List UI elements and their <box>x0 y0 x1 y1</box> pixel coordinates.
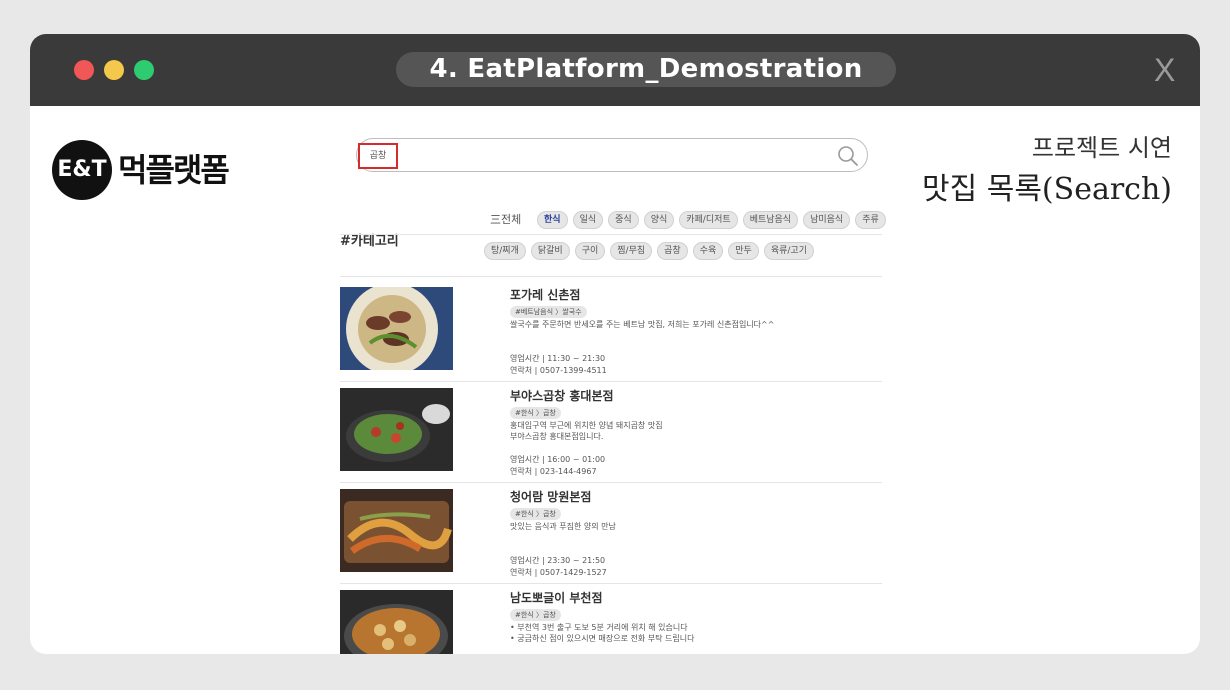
restaurant-description: 맛있는 음식과 푸짐한 양의 만남 <box>510 521 616 532</box>
restaurant-hours: 영업시간 | 23:30 ~ 21:50 <box>510 556 606 565</box>
restaurant-description: 홍대입구역 부근에 위치한 양념 돼지곱창 맛집부야스곱창 홍대본점입니다. <box>510 420 663 442</box>
category-chip[interactable]: 수육 <box>692 242 724 260</box>
description-line: • 궁금하신 점이 있으시면 매장으로 전화 부탁 드립니다 <box>510 634 695 643</box>
category-chip[interactable]: 양식 <box>643 211 675 229</box>
window-title: 4. EatPlatform_Demostration <box>396 52 896 87</box>
restaurant-phone: 연락처 | 0507-1399-4511 <box>510 366 607 375</box>
category-chip[interactable]: 탕/찌개 <box>484 242 526 260</box>
restaurant-item[interactable]: 청어람 망원본점 #한식 〉곱창맛있는 음식과 푸짐한 양의 만남영업시간 | 2… <box>340 484 882 584</box>
restaurant-phone: 연락처 | 0507-1429-1527 <box>510 568 607 577</box>
restaurant-description: • 부천역 3번 출구 도보 5분 거리에 위치 해 있습니다 • 궁금하신 점이… <box>510 622 694 644</box>
search-input[interactable]: 곱창 <box>358 143 398 169</box>
restaurant-item[interactable]: 포가레 신촌점 #베트남음식 〉쌀국수쌀국수를 주문하면 반세오를 주는 베트남 … <box>340 282 882 382</box>
category-chip[interactable]: 구이 <box>574 242 606 260</box>
restaurant-description: 쌀국수를 주문하면 반세오를 주는 베트남 맛집, 저희는 포가레 신촌점입니다… <box>510 319 774 330</box>
restaurant-category-tag: #베트남음식 〉쌀국수 <box>510 306 587 318</box>
restaurant-item[interactable]: 부야스곱창 홍대본점 #한식 〉곱창 홍대입구역 부근에 위치한 양념 돼지곱창 맛… <box>340 383 882 483</box>
category-chip[interactable]: 주류 <box>855 211 886 229</box>
restaurant-hours: 영업시간 | 16:00 ~ 01:00 <box>510 455 606 464</box>
restaurant-photo[interactable] <box>340 388 453 471</box>
description-line: 맛있는 음식과 푸짐한 양의 만남 <box>510 522 616 531</box>
description-line: 홍대입구역 부근에 위치한 양념 돼지곱창 맛집 <box>510 421 663 430</box>
restaurant-name[interactable]: 포가레 신촌점 <box>510 286 580 303</box>
restaurant-photo[interactable] <box>340 590 453 654</box>
close-window-dot[interactable] <box>74 60 94 80</box>
restaurant-item[interactable]: 남도뽀글이 부천점 #한식 〉곱창 • 부천역 3번 출구 도보 5분 거리에 위치… <box>340 585 882 654</box>
restaurant-category-tag: #한식 〉곱창 <box>510 407 561 419</box>
restaurant-name[interactable]: 남도뽀글이 부천점 <box>510 589 603 606</box>
search-icon[interactable] <box>837 145 859 167</box>
category-chip[interactable]: 찜/무침 <box>610 242 653 260</box>
category-chip[interactable]: 일식 <box>572 211 604 229</box>
maximize-window-dot[interactable] <box>134 60 154 80</box>
description-line: • 부천역 3번 출구 도보 5분 거리에 위치 해 있습니다 <box>510 623 688 632</box>
minimize-window-dot[interactable] <box>104 60 124 80</box>
category-chip[interactable]: 만두 <box>728 242 759 260</box>
category-label: #카테고리 <box>340 234 399 249</box>
brand-name: 먹플랫폼 <box>118 151 230 189</box>
caption-page-title: 맛집 목록(Search) <box>922 172 1172 207</box>
caption-project-demo: 프로젝트 시연 <box>1031 134 1172 162</box>
category-all[interactable]: 三전체 <box>490 211 521 227</box>
search-bar[interactable]: 곱창 <box>356 138 868 172</box>
restaurant-phone: 연락처 | 023-144-4967 <box>510 467 597 476</box>
divider <box>340 276 882 277</box>
window: 4. EatPlatform_Demostration X E&T 먹플랫폼 프… <box>30 34 1200 654</box>
divider <box>340 234 882 235</box>
content-area: E&T 먹플랫폼 프로젝트 시연 맛집 목록(Search) 곱창 #카테고리 … <box>30 106 1200 654</box>
restaurant-category-tag: #한식 〉곱창 <box>510 609 561 621</box>
category-chip[interactable]: 중식 <box>608 211 639 229</box>
logo-badge: E&T <box>52 140 112 200</box>
title-bar: 4. EatPlatform_Demostration X <box>30 34 1200 106</box>
restaurant-photo[interactable] <box>340 287 453 370</box>
restaurant-name[interactable]: 부야스곱창 홍대본점 <box>510 387 614 404</box>
description-line: 쌀국수를 주문하면 반세오를 주는 베트남 맛집, 저희는 포가레 신촌점입니다… <box>510 320 775 329</box>
category-chip[interactable]: 남미음식 <box>803 211 851 229</box>
category-chip[interactable]: 닭갈비 <box>530 242 570 260</box>
category-row-1: 한식 일식 중식 양식 카페/디저트 베트남음식 남미음식 주류 <box>537 211 886 229</box>
category-chip[interactable]: 곱창 <box>657 242 688 260</box>
close-button[interactable]: X <box>1154 50 1175 90</box>
category-row-2: 탕/찌개 닭갈비 구이 찜/무침 곱창 수육 만두 육류/고기 <box>484 242 814 260</box>
restaurant-name[interactable]: 청어람 망원본점 <box>510 488 591 505</box>
category-chip[interactable]: 한식 <box>537 211 568 229</box>
description-line: 부야스곱창 홍대본점입니다. <box>510 432 604 441</box>
category-chip[interactable]: 카페/디저트 <box>679 211 738 229</box>
restaurant-category-tag: #한식 〉곱창 <box>510 508 561 520</box>
restaurant-hours: 영업시간 | 11:30 ~ 21:30 <box>510 354 606 363</box>
restaurant-photo[interactable] <box>340 489 453 572</box>
category-chip[interactable]: 베트남음식 <box>742 211 799 229</box>
category-chip[interactable]: 육류/고기 <box>763 242 814 260</box>
